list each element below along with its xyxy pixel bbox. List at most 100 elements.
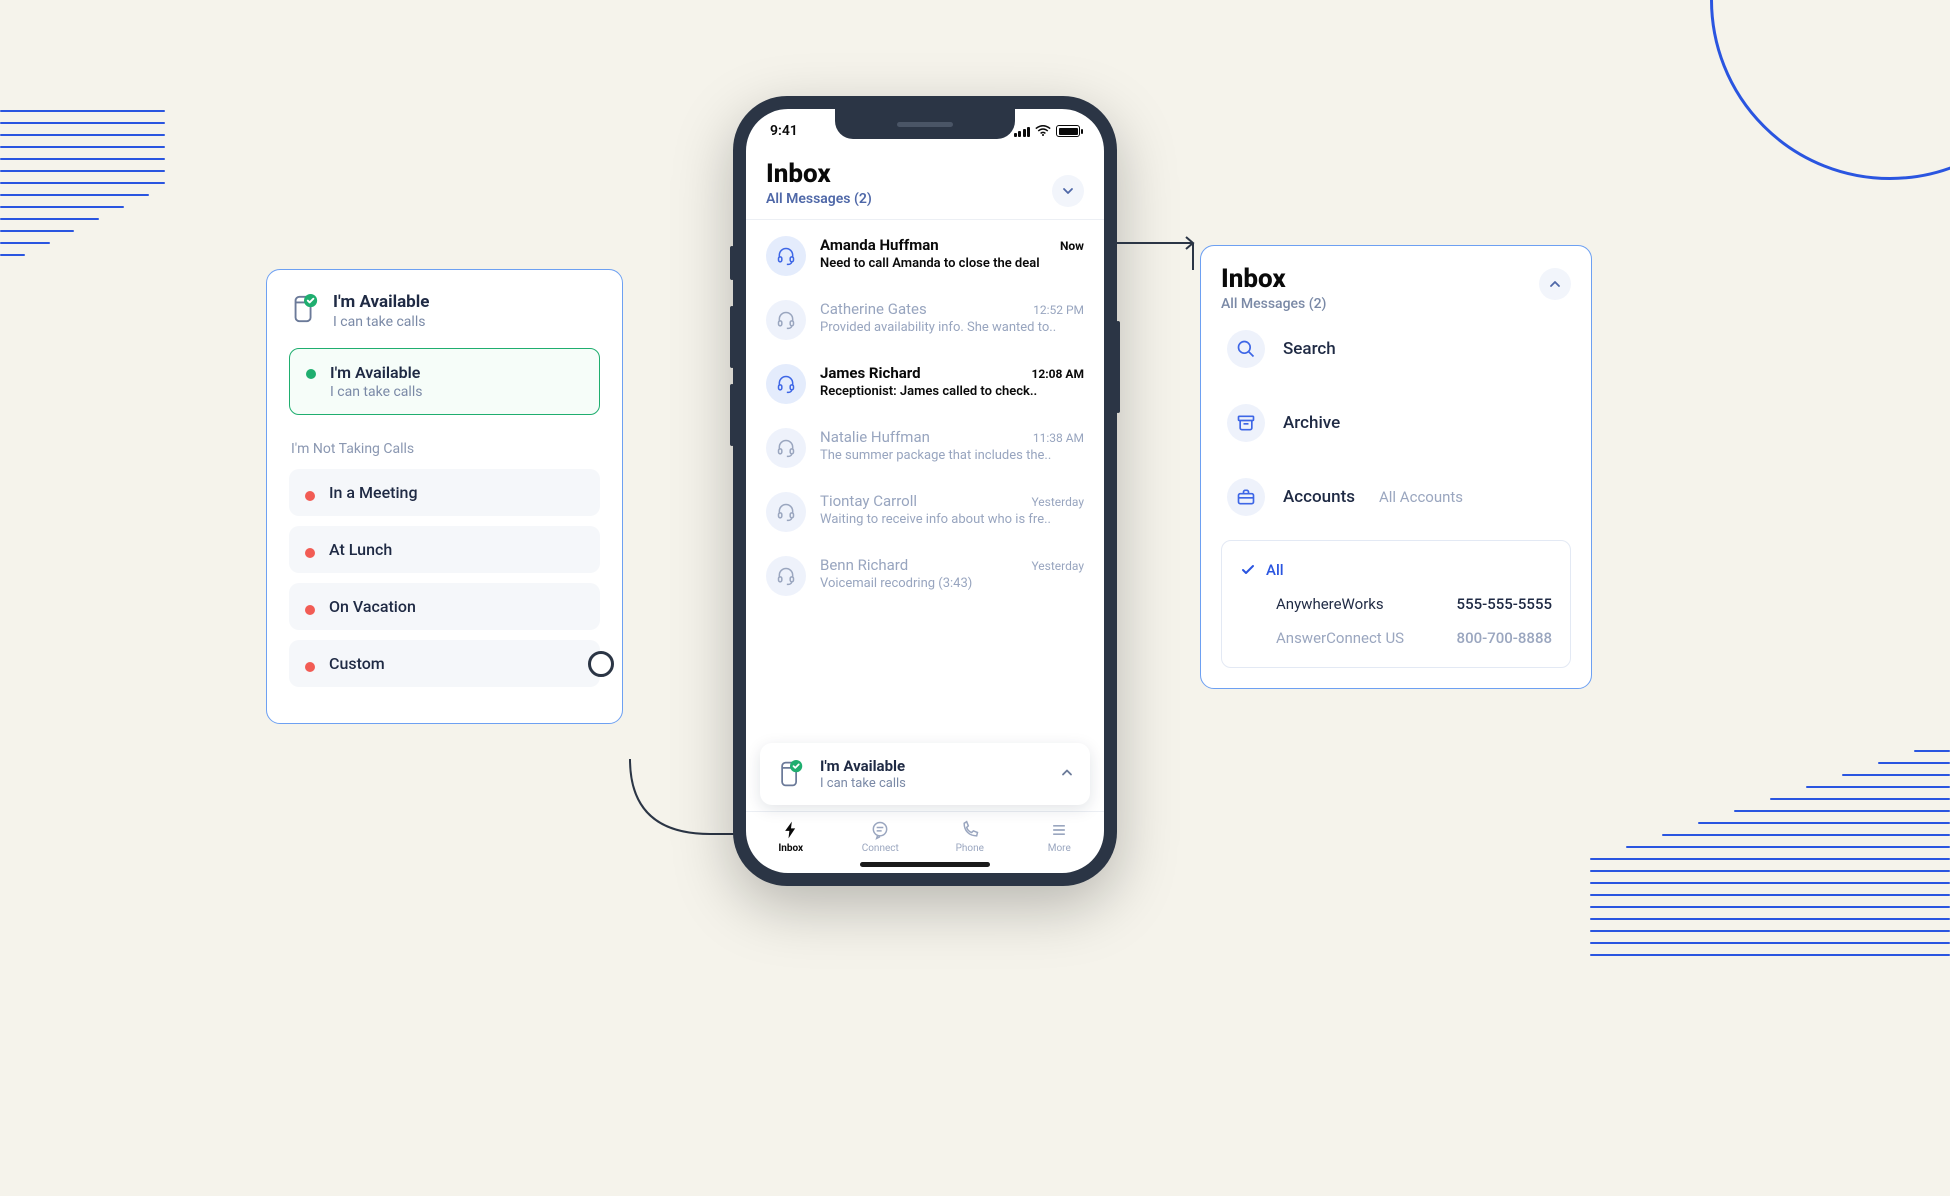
- account-number: 800-700-8888: [1457, 629, 1552, 647]
- status-dot-busy-icon: [305, 548, 315, 558]
- message-item[interactable]: Natalie Huffman 11:38 AM The summer packa…: [746, 416, 1104, 480]
- availability-banner-subtitle: I can take calls: [820, 776, 906, 791]
- tab-label: Connect: [862, 843, 899, 854]
- headset-icon: [766, 556, 806, 596]
- availability-selected-title: I'm Available: [330, 363, 422, 382]
- menu-label: Archive: [1283, 413, 1340, 433]
- message-sender: James Richard: [820, 364, 921, 382]
- decorative-circle: [1710, 0, 1950, 180]
- option-label: Custom: [329, 654, 385, 673]
- status-dot-busy-icon: [305, 491, 315, 501]
- status-dot-busy-icon: [305, 662, 315, 672]
- account-option[interactable]: AnywhereWorks 555-555-5555: [1238, 587, 1554, 621]
- availability-option-in-meeting[interactable]: In a Meeting: [289, 469, 600, 516]
- message-item[interactable]: Amanda Huffman Now Need to call Amanda to…: [746, 224, 1104, 288]
- account-number: 555-555-5555: [1457, 595, 1552, 613]
- message-sender: Amanda Huffman: [820, 236, 939, 254]
- availability-banner[interactable]: I'm Available I can take calls: [760, 743, 1090, 805]
- inbox-expanded-card: Inbox All Messages (2) Search Archive Ac…: [1200, 245, 1592, 689]
- tab-label: Phone: [956, 843, 984, 854]
- message-time: 11:38 AM: [1033, 431, 1084, 445]
- inbox-collapse-button[interactable]: [1539, 268, 1571, 300]
- not-taking-calls-label: I'm Not Taking Calls: [291, 441, 598, 457]
- chat-icon: [870, 820, 890, 840]
- message-preview: The summer package that includes the..: [820, 448, 1084, 463]
- availability-current: I'm Available I can take calls: [289, 292, 600, 330]
- tab-phone[interactable]: Phone: [935, 820, 1005, 854]
- phone-icon: [960, 820, 980, 840]
- message-time: 12:08 AM: [1032, 367, 1084, 381]
- message-sender: Benn Richard: [820, 556, 908, 574]
- inbox-card-title: Inbox: [1221, 264, 1326, 294]
- message-preview: Receptionist: James called to check..: [820, 384, 1084, 399]
- menu-archive[interactable]: Archive: [1221, 386, 1571, 460]
- availability-option-custom[interactable]: Custom: [289, 640, 600, 687]
- message-list[interactable]: Amanda Huffman Now Need to call Amanda to…: [746, 220, 1104, 737]
- availability-banner-title: I'm Available: [820, 757, 906, 775]
- inbox-filter-toggle[interactable]: [1052, 175, 1084, 207]
- option-label: At Lunch: [329, 540, 392, 559]
- chevron-up-icon: [1060, 765, 1074, 784]
- account-name: AnywhereWorks: [1276, 595, 1384, 613]
- message-item[interactable]: James Richard 12:08 AM Receptionist: Jame…: [746, 352, 1104, 416]
- message-item[interactable]: Catherine Gates12:52 PM Provided availab…: [746, 288, 1104, 352]
- message-time: 12:52 PM: [1033, 303, 1084, 317]
- tab-more[interactable]: More: [1024, 820, 1094, 854]
- decorative-lines-left: [0, 110, 165, 266]
- message-sender: Natalie Huffman: [820, 428, 930, 446]
- message-preview: Need to call Amanda to close the deal: [820, 256, 1084, 271]
- chevron-down-icon: [1061, 184, 1075, 198]
- check-icon: [1240, 562, 1256, 578]
- page-title: Inbox: [766, 159, 872, 189]
- menu-accounts[interactable]: Accounts All Accounts: [1221, 460, 1571, 534]
- availability-option-on-vacation[interactable]: On Vacation: [289, 583, 600, 630]
- availability-current-title: I'm Available: [333, 292, 429, 312]
- account-label: All: [1266, 561, 1284, 579]
- message-sender: Tiontay Carroll: [820, 492, 917, 510]
- availability-option-available[interactable]: I'm Available I can take calls: [289, 348, 600, 415]
- message-item[interactable]: Tiontay CarrollYesterday Waiting to rece…: [746, 480, 1104, 544]
- status-dot-busy-icon: [305, 605, 315, 615]
- phone-available-icon: [776, 760, 806, 790]
- app-header: Inbox All Messages (2): [746, 153, 1104, 220]
- archive-icon: [1227, 404, 1265, 442]
- message-time: Yesterday: [1031, 559, 1084, 573]
- tab-label: Inbox: [778, 843, 803, 854]
- page-subtitle: All Messages (2): [766, 191, 872, 207]
- inbox-card-subtitle: All Messages (2): [1221, 296, 1326, 312]
- phone-notch: [835, 109, 1015, 139]
- phone-screen: 9:41 Inbox All Messages (2): [746, 109, 1104, 873]
- search-icon: [1227, 330, 1265, 368]
- account-option[interactable]: AnswerConnect US 800-700-8888: [1238, 621, 1554, 655]
- menu-label: Accounts: [1283, 487, 1355, 507]
- menu-label: Search: [1283, 339, 1336, 359]
- message-sender: Catherine Gates: [820, 300, 927, 318]
- option-label: In a Meeting: [329, 483, 418, 502]
- menu-icon: [1049, 820, 1069, 840]
- signal-icon: [1014, 126, 1031, 137]
- phone-mockup: 9:41 Inbox All Messages (2): [733, 96, 1117, 886]
- headset-icon: [766, 492, 806, 532]
- battery-icon: [1056, 125, 1080, 137]
- message-item[interactable]: Benn Richard Yesterday Voicemail recodrin…: [746, 544, 1104, 608]
- accounts-list: All AnywhereWorks 555-555-5555 AnswerCon…: [1221, 540, 1571, 668]
- headset-icon: [766, 236, 806, 276]
- callout-anchor-icon: [588, 651, 614, 677]
- message-time: Now: [1060, 239, 1084, 253]
- connector-line-right: [1108, 235, 1208, 275]
- tab-connect[interactable]: Connect: [845, 820, 915, 854]
- tab-bar: Inbox Connect Phone More: [746, 811, 1104, 858]
- menu-search[interactable]: Search: [1221, 312, 1571, 386]
- bolt-icon: [781, 820, 801, 840]
- tab-label: More: [1048, 843, 1071, 854]
- headset-icon: [766, 300, 806, 340]
- tab-inbox[interactable]: Inbox: [756, 820, 826, 854]
- menu-hint: All Accounts: [1379, 488, 1463, 506]
- availability-option-at-lunch[interactable]: At Lunch: [289, 526, 600, 573]
- account-name: AnswerConnect US: [1276, 629, 1404, 647]
- phone-available-icon: [289, 294, 319, 324]
- headset-icon: [766, 428, 806, 468]
- account-option-all[interactable]: All: [1238, 553, 1554, 587]
- message-preview: Voicemail recodring (3:43): [820, 576, 1084, 591]
- option-label: On Vacation: [329, 597, 416, 616]
